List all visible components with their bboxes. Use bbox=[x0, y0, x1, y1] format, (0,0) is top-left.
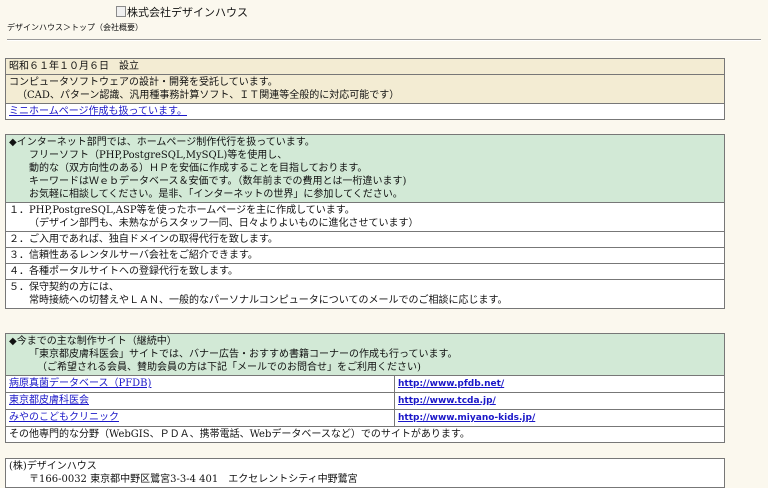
page: 株式会社デザインハウス デザインハウス＞トップ（会社概要） 昭和６１年１０月６日… bbox=[0, 0, 768, 488]
internet-line-3: キーワードはＷｅｂデータベース＆安価です。（数年前までの費用とは一桁違います) bbox=[29, 176, 407, 187]
company-logo[interactable]: 株式会社デザインハウス bbox=[116, 6, 248, 20]
works-line-1: 「東京都皮膚科医会」サイトでは、バナー広告・おすすめ書籍コーナーの作成も行ってい… bbox=[29, 349, 458, 360]
service-item-5-main: ５．保守契約の方には、 bbox=[9, 282, 119, 293]
contact-table: (株)デザインハウス 〒166-0032 東京都中野区鷺宮3-3-4 401 エ… bbox=[5, 458, 725, 488]
broken-image-icon bbox=[116, 6, 126, 17]
contact-info: (株)デザインハウス 〒166-0032 東京都中野区鷺宮3-3-4 401 エ… bbox=[5, 458, 725, 488]
header-divider bbox=[7, 39, 761, 41]
site-url-tcda[interactable]: http://www.tcda.jp/ bbox=[398, 396, 496, 406]
other-sites-note: その他専門的な分野（WebGIS、ＰＤＡ、携帯電話、Webデータベースなど）での… bbox=[5, 426, 725, 443]
internet-intro: ◆インターネット部門では、ホームページ制作代行を扱っています。 フリーソフト（P… bbox=[5, 134, 725, 203]
site-name-cell: 東京都皮膚科医会 bbox=[5, 392, 395, 410]
internet-line-2: 動的な（双方向性のある）ＨＰを安価に作成することを目指しております。 bbox=[29, 163, 368, 174]
homepage-link-cell: ミニホームページ作成も扱っています。 bbox=[5, 103, 725, 120]
works-intro: ◆今までの主な制作サイト（継続中） 「東京都皮膚科医会」サイトでは、バナー広告・… bbox=[5, 333, 725, 376]
service-item-1-sub: （デザイン部門も、未熟ながらスタッフ一同、日々よりよいものに進化させています） bbox=[29, 218, 419, 229]
site-link-miyano[interactable]: みやのこどもクリニック bbox=[9, 412, 119, 423]
mini-homepage-link[interactable]: ミニホームページ作成も扱っています。 bbox=[9, 106, 187, 117]
service-item-5-sub: 常時接続への切替えやＬＡＮ、一般的なパーソナルコンピュータについてのメールでのご… bbox=[29, 295, 508, 306]
internet-division-table: ◆インターネット部門では、ホームページ制作代行を扱っています。 フリーソフト（P… bbox=[5, 134, 725, 309]
service-item-5: ５．保守契約の方には、 常時接続への切替えやＬＡＮ、一般的なパーソナルコンピュー… bbox=[5, 279, 725, 309]
business-line-2: （CAD、パターン認識、汎用種事務計算ソフト、ＩＴ関連等全般的に対応可能です） bbox=[17, 90, 400, 101]
contact-company: (株)デザインハウス bbox=[9, 461, 97, 472]
internet-line-4: お気軽に相談してください。是非、「インターネットの世界」に参加してください。 bbox=[29, 189, 403, 200]
company-overview-table: 昭和６１年１０月６日 設立 コンピュータソフトウェアの設計・開発を受託しています… bbox=[5, 58, 725, 120]
service-item-3: ３．信頼性あるレンタルサーバ会社をご紹介できます。 bbox=[5, 247, 725, 264]
service-item-4: ４．各種ポータルサイトへの登録代行を致します。 bbox=[5, 263, 725, 280]
site-row: 病原真菌データベース（PFDB) http://www.pfdb.net/ bbox=[5, 375, 725, 393]
founded-date: 昭和６１年１０月６日 設立 bbox=[5, 58, 725, 75]
site-link-tcda[interactable]: 東京都皮膚科医会 bbox=[9, 395, 89, 406]
works-table: ◆今までの主な制作サイト（継続中） 「東京都皮膚科医会」サイトでは、バナー広告・… bbox=[5, 333, 725, 443]
internet-line-0: ◆インターネット部門では、ホームページ制作代行を扱っています。 bbox=[9, 137, 315, 148]
works-line-2: （ご希望される会員、賛助会員の方は下記「メールでのお問合せ」をご利用ください) bbox=[37, 362, 421, 373]
business-line-1: コンピュータソフトウェアの設計・開発を受託しています。 bbox=[9, 77, 278, 88]
service-item-1-main: １．PHP,PostgreSQL,ASP等を使ったホームページを主に作成していま… bbox=[9, 205, 355, 216]
site-link-pfdb[interactable]: 病原真菌データベース（PFDB) bbox=[9, 378, 151, 389]
service-item-2: ２．ご入用であれば、独自ドメインの取得代行を致します。 bbox=[5, 231, 725, 248]
site-name-cell: みやのこどもクリニック bbox=[5, 409, 395, 427]
site-row: みやのこどもクリニック http://www.miyano-kids.jp/ bbox=[5, 409, 725, 427]
site-url-cell: http://www.miyano-kids.jp/ bbox=[394, 409, 725, 427]
site-url-pfdb[interactable]: http://www.pfdb.net/ bbox=[398, 379, 504, 389]
works-line-0: ◆今までの主な制作サイト（継続中） bbox=[9, 336, 177, 347]
breadcrumb: デザインハウス＞トップ（会社概要） bbox=[7, 23, 143, 32]
site-name-cell: 病原真菌データベース（PFDB) bbox=[5, 375, 395, 393]
site-url-miyano[interactable]: http://www.miyano-kids.jp/ bbox=[398, 413, 535, 423]
internet-line-1: フリーソフト（PHP,PostgreSQL,MySQL)等を使用し、 bbox=[29, 150, 288, 161]
service-item-1: １．PHP,PostgreSQL,ASP等を使ったホームページを主に作成していま… bbox=[5, 202, 725, 232]
site-row: 東京都皮膚科医会 http://www.tcda.jp/ bbox=[5, 392, 725, 410]
logo-alt-text: 株式会社デザインハウス bbox=[127, 6, 248, 19]
site-url-cell: http://www.pfdb.net/ bbox=[394, 375, 725, 393]
site-url-cell: http://www.tcda.jp/ bbox=[394, 392, 725, 410]
business-description: コンピュータソフトウェアの設計・開発を受託しています。 （CAD、パターン認識、… bbox=[5, 74, 725, 104]
